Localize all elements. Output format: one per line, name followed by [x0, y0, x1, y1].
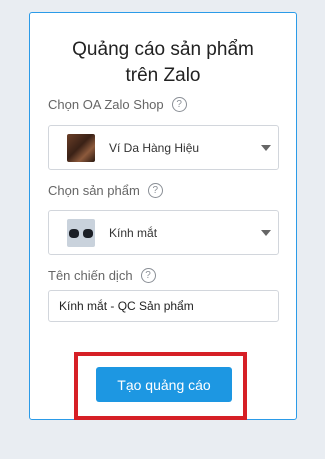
- campaign-label-row: Tên chiến dịch ?: [48, 268, 156, 283]
- caret-down-icon: [261, 229, 271, 236]
- caret-down-icon: [261, 144, 271, 151]
- create-ad-button[interactable]: Tạo quảng cáo: [96, 367, 232, 402]
- help-icon[interactable]: ?: [171, 97, 187, 112]
- product-select[interactable]: Kính mắt: [48, 210, 279, 255]
- title-line-1: Quảng cáo sản phẩm: [72, 39, 254, 60]
- title-line-2: trên Zalo: [125, 65, 201, 86]
- shop-select-value: Ví Da Hàng Hiệu: [109, 140, 200, 155]
- product-label-row: Chọn sản phẩm ?: [48, 183, 163, 198]
- campaign-label: Tên chiến dịch: [48, 268, 133, 283]
- campaign-name-input[interactable]: [48, 290, 279, 322]
- help-icon[interactable]: ?: [140, 268, 156, 283]
- product-select-value: Kính mắt: [109, 225, 158, 240]
- page-title: Quảng cáo sản phẩm trên Zalo: [30, 37, 296, 89]
- shop-label: Chọn OA Zalo Shop: [48, 97, 164, 112]
- help-icon[interactable]: ?: [147, 183, 163, 198]
- glasses-thumbnail: [67, 218, 95, 247]
- shop-label-row: Chọn OA Zalo Shop ?: [48, 97, 187, 112]
- wallet-thumbnail: [67, 133, 95, 162]
- shop-select[interactable]: Ví Da Hàng Hiệu: [48, 125, 279, 170]
- product-label: Chọn sản phẩm: [48, 183, 140, 198]
